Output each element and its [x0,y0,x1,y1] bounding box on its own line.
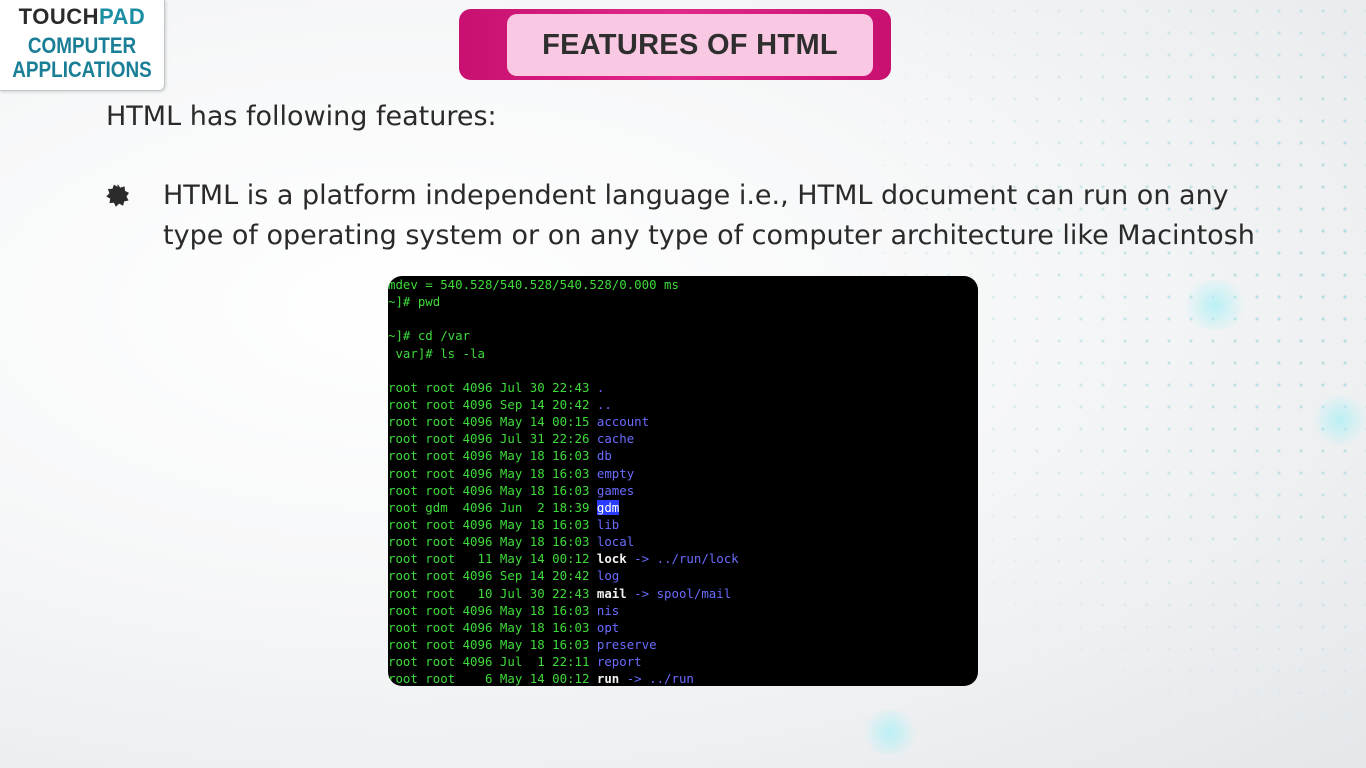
listing-link-arrow: -> [619,671,650,686]
listing-name: account [596,414,650,430]
terminal-command-text: ~]# pwd [388,294,441,310]
listing-name: .. [596,396,612,412]
terminal-listing-row: root root 4096 May 14 00:15 account [388,413,978,430]
listing-link-target: spool/mail [656,585,732,601]
listing-name: lib [596,516,620,532]
terminal-listing-row: root root 4096 May 18 16:03 opt [388,619,978,636]
bullet-point-text: HTML is a platform independent language … [163,180,1255,251]
intro-text: HTML has following features: [106,101,497,132]
listing-link-arrow: -> [626,585,657,601]
slide-title-banner: FEATURES OF HTML [459,9,891,80]
listing-meta: root root 4096 May 18 16:03 [388,482,597,498]
listing-meta: root root 4096 Sep 14 20:42 [388,396,597,412]
listing-meta: root root 4096 Sep 14 20:42 [388,568,597,584]
listing-name: report [596,654,642,670]
terminal-listing-row: root root 4096 May 18 16:03 lib [388,516,978,533]
terminal-listing-row: root root 11 May 14 00:12 lock -> ../run… [388,550,978,567]
terminal-listing-row: root root 4096 Jul 30 22:43 . [388,379,978,396]
terminal-listing-row: root root 4096 Jul 1 22:11 report [388,653,978,670]
gear-bullet-icon [106,184,129,207]
listing-meta: root root 4096 May 14 00:15 [388,414,597,430]
background-glow [1180,280,1250,330]
logo-brand-right: PAD [99,4,146,29]
listing-name: local [596,534,635,550]
terminal-line: mdev = 540.528/540.528/540.528/0.000 ms [388,276,978,293]
listing-name: gdm [596,499,620,515]
terminal-line: var]# ls -la [388,345,978,362]
terminal-listing-row: root root 10 Jul 30 22:43 mail -> spool/… [388,585,978,602]
terminal-listing-row: root root 4096 May 18 16:03 nis [388,602,978,619]
listing-name: lock [596,551,627,567]
terminal-listing-row: root root 4096 Sep 14 20:42 log [388,567,978,584]
listing-meta: root root 4096 Jul 30 22:43 [388,379,597,395]
terminal-listing-row: root root 4096 Sep 14 20:42 .. [388,396,978,413]
listing-meta: root root 4096 May 18 16:03 [388,448,597,464]
listing-meta: root root 4096 May 18 16:03 [388,465,597,481]
listing-name: nis [596,602,620,618]
listing-name: games [596,482,635,498]
listing-meta: root root 4096 May 18 16:03 [388,516,597,532]
terminal-command-text: ~]# cd /var [388,328,471,344]
listing-meta: root root 10 Jul 30 22:43 [388,585,597,601]
terminal-listing-row: root root 4096 May 18 16:03 games [388,482,978,499]
listing-meta: root root 11 May 14 00:12 [388,551,597,567]
listing-name: opt [596,619,620,635]
listing-meta: root root 4096 May 18 16:03 [388,636,597,652]
logo-brand: TOUCHPAD [0,4,164,30]
terminal-screenshot: mdev = 540.528/540.528/540.528/0.000 ms ~… [388,276,978,686]
terminal-listing-row: root root 4096 May 18 16:03 db [388,447,978,464]
listing-link-target: ../run/lock [656,551,739,567]
listing-meta: root root 6 May 14 00:12 [388,671,597,686]
listing-name: db [596,448,612,464]
terminal-listing-row: root root 4096 May 18 16:03 preserve [388,636,978,653]
listing-name: log [596,568,620,584]
listing-name: cache [596,431,635,447]
terminal-listing-row: root root 4096 Jul 31 22:26 cache [388,430,978,447]
logo-brand-left: TOUCH [18,4,99,29]
listing-link-arrow: -> [626,551,657,567]
listing-meta: root root 4096 May 18 16:03 [388,619,597,635]
slide-title-box: FEATURES OF HTML [507,14,873,76]
terminal-line: ~]# cd /var [388,327,978,344]
logo-line-applications: APPLICATIONS [12,57,152,82]
listing-meta: root gdm 4096 Jun 2 18:39 [388,499,597,515]
listing-name: . [596,379,605,395]
slide-title: FEATURES OF HTML [542,28,838,61]
background-glow [1310,395,1366,445]
listing-name: empty [596,465,635,481]
listing-name: run [596,671,620,686]
listing-link-target: ../run [649,671,694,686]
listing-name: preserve [596,636,657,652]
listing-name: mail [596,585,627,601]
terminal-line: ~]# pwd [388,293,978,310]
terminal-listing-row: root root 4096 May 18 16:03 local [388,533,978,550]
background-glow [860,710,920,755]
terminal-output: mdev = 540.528/540.528/540.528/0.000 ms ~… [388,276,978,686]
listing-meta: root root 4096 Jul 1 22:11 [388,654,597,670]
terminal-listing-row: root root 4096 May 18 16:03 empty [388,465,978,482]
listing-meta: root root 4096 May 18 16:03 [388,534,597,550]
terminal-listing-row: root root 6 May 14 00:12 run -> ../run [388,670,978,686]
listing-meta: root root 4096 Jul 31 22:26 [388,431,597,447]
logo-line-computer: COMPUTER [27,33,137,58]
touchpad-logo: TOUCHPAD COMPUTER APPLICATIONS [0,0,165,91]
terminal-command-text: mdev = 540.528/540.528/540.528/0.000 ms [388,277,679,292]
listing-meta: root root 4096 May 18 16:03 [388,602,597,618]
terminal-command-text: var]# ls -la [388,345,485,361]
terminal-listing-row: root gdm 4096 Jun 2 18:39 gdm [388,499,978,516]
